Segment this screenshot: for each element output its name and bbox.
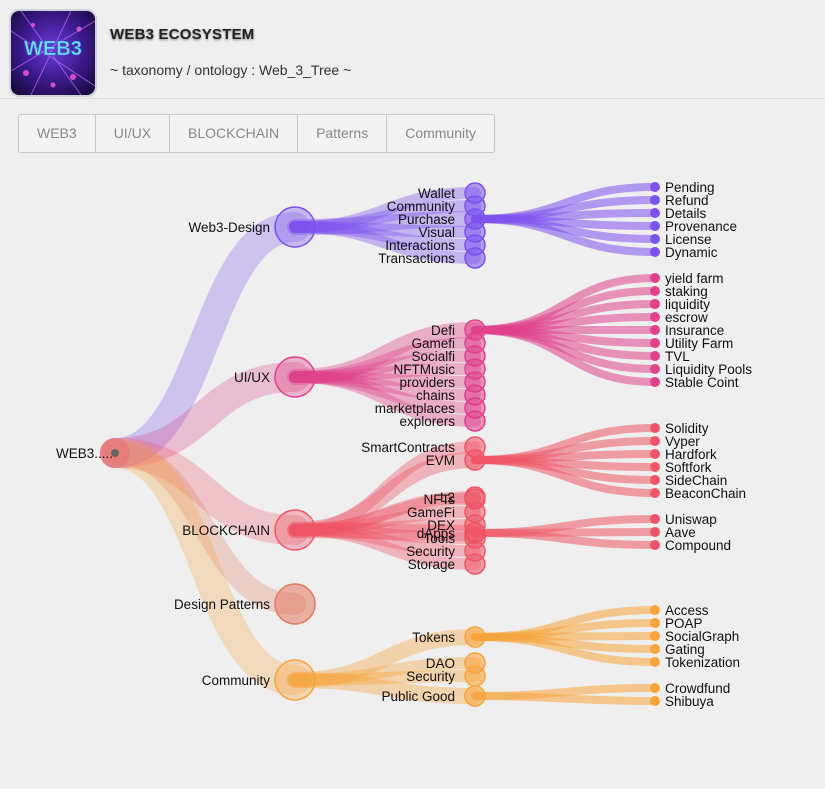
leaf-label: BeaconChain: [665, 486, 746, 501]
leaf-label: Dynamic: [665, 245, 718, 260]
branch-label: Web3-Design: [188, 220, 270, 235]
leaf-node[interactable]: [650, 475, 660, 485]
branch-node[interactable]: [274, 583, 316, 625]
leaf-node[interactable]: [650, 618, 660, 628]
leaf-node[interactable]: [650, 631, 660, 641]
child-label: EVM: [426, 453, 455, 468]
leaf-node[interactable]: [650, 273, 660, 283]
child-node[interactable]: [464, 247, 486, 269]
child-label: Security: [406, 669, 455, 684]
leaf-label: Shibuya: [665, 694, 714, 709]
child-node[interactable]: [464, 553, 486, 575]
leaf-node[interactable]: [650, 540, 660, 550]
branch-label: Community: [202, 673, 271, 688]
leaf-node[interactable]: [650, 423, 660, 433]
leaf-node[interactable]: [650, 436, 660, 446]
leaf-node[interactable]: [650, 312, 660, 322]
leaf-node[interactable]: [650, 325, 660, 335]
child-node[interactable]: [464, 685, 486, 707]
leaf-node[interactable]: [650, 364, 660, 374]
leaf-label: Stable Coint: [665, 375, 739, 390]
leaf-node[interactable]: [650, 488, 660, 498]
leaf-node[interactable]: [650, 195, 660, 205]
leaf-node[interactable]: [650, 683, 660, 693]
logo-text: WEB3: [24, 38, 82, 60]
leaf-node[interactable]: [650, 696, 660, 706]
tab-web3[interactable]: WEB3: [19, 115, 96, 152]
leaf-node[interactable]: [650, 286, 660, 296]
leaf-label: Tokenization: [665, 655, 740, 670]
tab-patterns[interactable]: Patterns: [298, 115, 388, 152]
leaf-node[interactable]: [650, 338, 660, 348]
leaf-node[interactable]: [650, 514, 660, 524]
leaf-node[interactable]: [650, 299, 660, 309]
link-public-good-shibuya: [471, 692, 659, 705]
leaf-node[interactable]: [650, 234, 660, 244]
leaf-node[interactable]: [650, 377, 660, 387]
tab-community[interactable]: Community: [387, 115, 494, 152]
leaf-node[interactable]: [650, 605, 660, 615]
leaf-node[interactable]: [650, 351, 660, 361]
branch-node[interactable]: [274, 509, 316, 551]
leaf-node[interactable]: [650, 247, 660, 257]
tab-blockchain[interactable]: BLOCKCHAIN: [170, 115, 299, 152]
logo-art: WEB3: [11, 11, 95, 95]
leaf-node[interactable]: [650, 449, 660, 459]
child-label: Tokens: [412, 630, 455, 645]
child-node[interactable]: [464, 410, 486, 432]
tab-ui-ux[interactable]: UI/UX: [96, 115, 171, 152]
ecosystem-tree: PendingRefundDetailsProvenanceLicenseDyn…: [56, 180, 752, 709]
child-label: Transactions: [378, 251, 455, 266]
header: WEB3 WEB3 ECOSYSTEM ~ taxonomy / ontolog…: [0, 0, 825, 100]
root-label: WEB3.....: [56, 446, 113, 461]
branch-label: UI/UX: [234, 370, 270, 385]
header-divider: [0, 98, 825, 99]
branch-node[interactable]: [274, 659, 316, 701]
web3-logo: WEB3: [9, 9, 97, 97]
child-label: explorers: [399, 414, 455, 429]
branch-label: Design Patterns: [174, 597, 270, 612]
leaf-label: Compound: [665, 538, 731, 553]
leaf-node[interactable]: [650, 208, 660, 218]
leaf-node[interactable]: [650, 182, 660, 192]
child-label: Storage: [408, 557, 455, 572]
leaf-node[interactable]: [650, 527, 660, 537]
branch-label: BLOCKCHAIN: [182, 523, 270, 538]
child-node[interactable]: [464, 665, 486, 687]
leaf-node[interactable]: [650, 657, 660, 667]
child-node[interactable]: [464, 449, 486, 471]
branch-node[interactable]: [274, 356, 316, 398]
leaf-node[interactable]: [650, 462, 660, 472]
page-subtitle: ~ taxonomy / ontology : Web_3_Tree ~: [110, 62, 352, 78]
page-title: WEB3 ECOSYSTEM: [110, 26, 255, 43]
leaf-node[interactable]: [650, 221, 660, 231]
leaf-node[interactable]: [650, 644, 660, 654]
child-label: Public Good: [381, 689, 455, 704]
child-node[interactable]: [464, 626, 486, 648]
nav-tabs: WEB3 UI/UX BLOCKCHAIN Patterns Community: [18, 114, 495, 153]
branch-node[interactable]: [274, 206, 316, 248]
